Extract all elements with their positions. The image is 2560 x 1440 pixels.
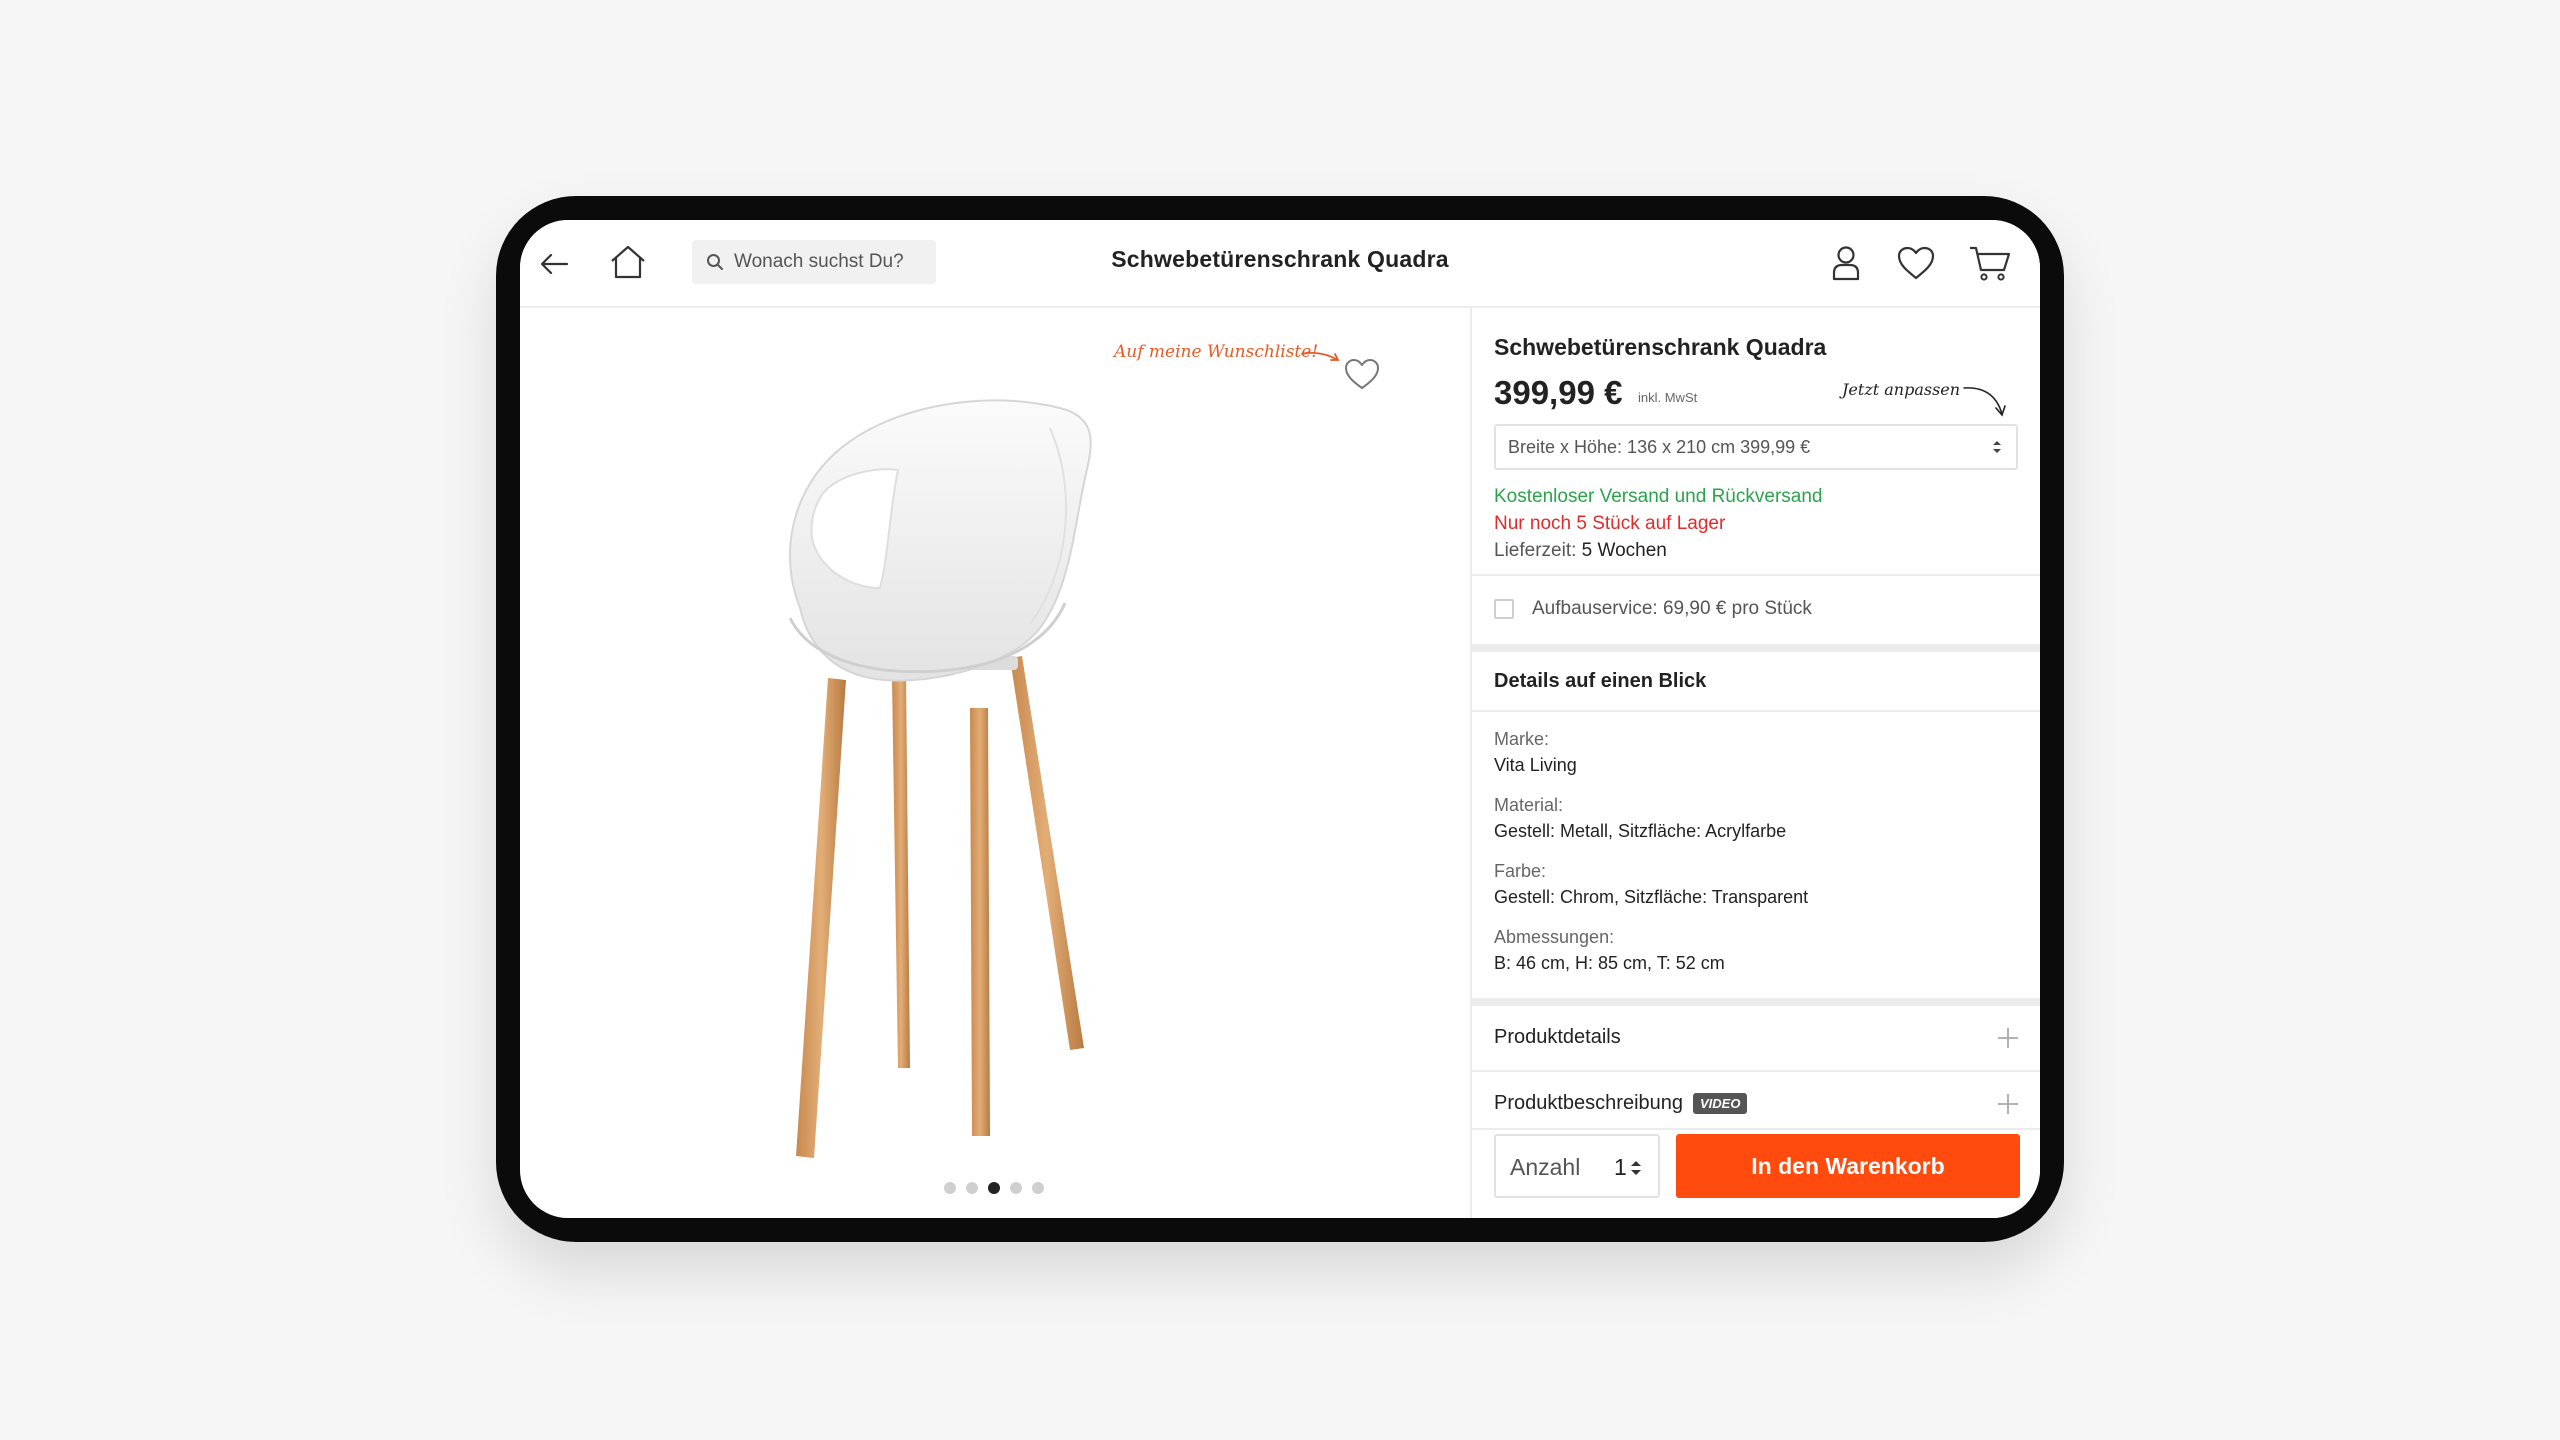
product-info-panel: Schwebetürenschrank Quadra 399,99 € inkl… bbox=[1470, 308, 2040, 1218]
details-section-title: Details auf einen Blick bbox=[1494, 670, 1707, 692]
spec-brand: Marke: Vita Living bbox=[1494, 726, 1577, 778]
spec-dimensions: Abmessungen: B: 46 cm, H: 85 cm, T: 52 c… bbox=[1494, 924, 1725, 976]
spec-label: Material: bbox=[1494, 795, 1564, 815]
spec-value: Gestell: Metall, Sitzfläche: Acrylfarbe bbox=[1494, 821, 1787, 841]
curved-arrow-icon bbox=[1963, 387, 2006, 417]
wishlist-heart-icon[interactable] bbox=[1894, 242, 1938, 284]
assembly-service-label: Aufbauservice: 69,90 € pro Stück bbox=[1532, 598, 1812, 619]
gallery-pagination bbox=[944, 1182, 1044, 1194]
gallery-dot-5[interactable] bbox=[1032, 1182, 1044, 1194]
quantity-label: Anzahl bbox=[1510, 1154, 1581, 1180]
spec-value: Vita Living bbox=[1494, 755, 1577, 775]
delivery-value: 5 Wochen bbox=[1581, 540, 1667, 561]
accordion-label: Produktdetails bbox=[1494, 1026, 1621, 1048]
delivery-time: Lieferzeit: 5 Wochen bbox=[1494, 540, 1667, 562]
stepper-arrows-icon bbox=[1631, 1161, 1641, 1175]
spec-label: Farbe: bbox=[1494, 861, 1547, 881]
size-variant-select[interactable]: Breite x Höhe: 136 x 210 cm 399,99 € bbox=[1494, 424, 2018, 470]
product-price: 399,99 € bbox=[1494, 374, 1623, 411]
stock-warning: Nur noch 5 Stück auf Lager bbox=[1494, 513, 1726, 534]
gallery-dot-3-active[interactable] bbox=[988, 1182, 1000, 1194]
spec-material: Material: Gestell: Metall, Sitzfläche: A… bbox=[1494, 792, 1786, 844]
spec-label: Abmessungen: bbox=[1494, 927, 1615, 947]
select-arrows-icon bbox=[1993, 441, 2001, 453]
divider bbox=[1472, 1128, 2040, 1130]
shipping-info: Kostenloser Versand und Rückversand bbox=[1494, 486, 1823, 507]
assembly-service-option[interactable]: Aufbauservice: 69,90 € pro Stück bbox=[1494, 598, 1812, 620]
spec-label: Marke: bbox=[1494, 729, 1550, 749]
accordion-label: Produktbeschreibung bbox=[1494, 1092, 1684, 1114]
gallery-dot-1[interactable] bbox=[944, 1182, 956, 1194]
price-tax-note: inkl. MwSt bbox=[1638, 390, 1698, 405]
product-title: Schwebetürenschrank Quadra bbox=[1494, 334, 1827, 360]
page-title: Schwebetürenschrank Quadra bbox=[1111, 246, 1449, 272]
divider bbox=[1472, 710, 2040, 712]
adjust-note: Jetzt anpassen bbox=[1842, 380, 1961, 399]
spec-value: Gestell: Chrom, Sitzfläche: Transparent bbox=[1494, 887, 1809, 907]
plus-icon bbox=[1998, 1028, 2018, 1048]
quantity-stepper[interactable]: Anzahl 1 bbox=[1494, 1134, 1660, 1198]
variant-value: Breite x Höhe: 136 x 210 cm 399,99 € bbox=[1508, 436, 1811, 457]
section-divider bbox=[1472, 644, 2040, 652]
wishlist-note: Auf meine Wunschliste! bbox=[1114, 342, 1319, 362]
video-badge: VIDEO bbox=[1693, 1093, 1748, 1114]
user-icon[interactable] bbox=[1826, 242, 1866, 284]
section-divider bbox=[1472, 998, 2040, 1006]
gallery-dot-4[interactable] bbox=[1010, 1182, 1022, 1194]
assembly-service-checkbox[interactable] bbox=[1494, 599, 1514, 619]
add-to-cart-button[interactable]: In den Warenkorb bbox=[1676, 1134, 2020, 1198]
quantity-value: 1 bbox=[1614, 1154, 1627, 1180]
divider bbox=[1472, 574, 2040, 576]
delivery-label: Lieferzeit: bbox=[1494, 540, 1577, 561]
accordion-product-description[interactable]: Produktbeschreibung VIDEO bbox=[1472, 1072, 2040, 1136]
gallery-dot-2[interactable] bbox=[966, 1182, 978, 1194]
plus-icon bbox=[1998, 1094, 2018, 1114]
spec-color: Farbe: Gestell: Chrom, Sitzfläche: Trans… bbox=[1494, 858, 1808, 910]
top-navigation-bar: Wonach suchst Du? Schwebetürenschrank Qu… bbox=[520, 220, 2040, 308]
product-image-gallery[interactable]: Auf meine Wunschliste! bbox=[520, 308, 1470, 1218]
add-to-wishlist-heart-icon[interactable] bbox=[1342, 356, 1382, 392]
accordion-product-details[interactable]: Produktdetails bbox=[1472, 1006, 2040, 1070]
cart-icon[interactable] bbox=[1966, 242, 2014, 284]
spec-value: B: 46 cm, H: 85 cm, T: 52 cm bbox=[1494, 953, 1725, 973]
arrow-icon bbox=[1301, 351, 1340, 361]
app-screen: Wonach suchst Du? Schwebetürenschrank Qu… bbox=[520, 220, 2040, 1218]
tablet-frame: Wonach suchst Du? Schwebetürenschrank Qu… bbox=[496, 196, 2064, 1242]
accordion-label-wrap: Produktbeschreibung VIDEO bbox=[1494, 1092, 1748, 1115]
product-image bbox=[788, 399, 1092, 1158]
